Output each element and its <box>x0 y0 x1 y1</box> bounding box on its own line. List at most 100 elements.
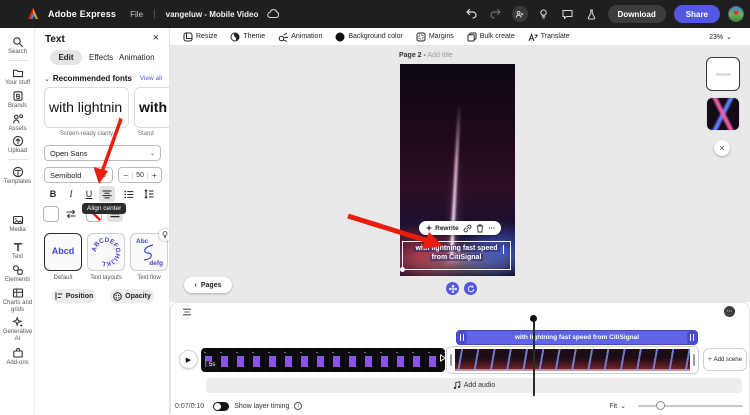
text-track[interactable]: with lightning fast speed from CitiSigna… <box>456 330 698 345</box>
line-spacing-button[interactable] <box>141 186 157 202</box>
undo-icon[interactable] <box>464 6 480 22</box>
video-canvas[interactable]: with lightning fast speed from CitiSigna… <box>400 64 515 276</box>
link-icon[interactable] <box>463 224 472 233</box>
rewrite-button[interactable]: Rewrite <box>425 224 459 232</box>
sidebar-item-brands[interactable]: Brands <box>0 90 35 110</box>
tab-edit[interactable]: Edit <box>50 50 82 65</box>
resize-button[interactable]: Resize <box>183 32 217 42</box>
sidebar-item-your-stuff[interactable]: Your stuff <box>0 67 35 87</box>
translate-button[interactable]: Translate <box>528 32 570 42</box>
style-card-text-layouts[interactable]: ABCDEFGHIJKL <box>87 233 125 271</box>
add-scene-button[interactable]: + Add scene <box>703 348 747 371</box>
bulk-create-button[interactable]: Bulk create <box>467 32 515 42</box>
video-clip-2-selected[interactable] <box>447 347 698 373</box>
sidebar-item-charts-grids[interactable]: Charts and grids <box>0 287 35 314</box>
sidebar-item-upload[interactable]: Upload <box>0 135 35 155</box>
file-menu[interactable]: File <box>130 10 143 19</box>
overlay-text-line1[interactable]: with lightning fast speed <box>403 244 510 253</box>
play-icon: ▶ <box>185 356 192 364</box>
tab-effects[interactable]: Effects <box>89 50 113 65</box>
page-thumbnail-1[interactable] <box>706 57 740 91</box>
page-thumbnail-2[interactable] <box>706 97 740 131</box>
position-button[interactable]: Position <box>52 289 96 303</box>
transition-icon[interactable] <box>439 354 447 362</box>
info-icon[interactable]: i <box>294 402 303 410</box>
pages-button[interactable]: ‹ Pages <box>184 277 232 293</box>
sidebar-item-templates[interactable]: Templates <box>0 166 35 186</box>
clip-left-handle[interactable] <box>448 349 454 371</box>
font-card-2[interactable]: with <box>134 87 169 128</box>
theme-button[interactable]: Theme <box>230 32 265 42</box>
avatar[interactable] <box>728 6 744 22</box>
invite-people-icon[interactable] <box>511 6 528 22</box>
sidebar-item-generative-ai[interactable]: Generative AI <box>0 316 35 343</box>
redo-icon[interactable] <box>488 6 504 22</box>
align-center-button[interactable] <box>99 186 115 202</box>
playhead-line[interactable] <box>533 321 535 396</box>
increase-font-size-button[interactable]: + <box>148 171 161 180</box>
clip-thumbnails[interactable] <box>455 349 690 371</box>
sidebar-item-search[interactable]: Search <box>0 36 35 56</box>
page-label[interactable]: Page 2 - Add title <box>399 52 453 59</box>
show-layer-timing-toggle[interactable] <box>213 401 230 411</box>
sidebar-item-text[interactable]: Text <box>0 241 35 261</box>
page-title-placeholder[interactable]: Add title <box>427 52 452 59</box>
slider-knob[interactable] <box>656 401 665 410</box>
text-color-swatch[interactable] <box>43 206 59 222</box>
font-size-value[interactable]: 50 <box>132 171 148 179</box>
opacity-button[interactable]: Opacity <box>110 289 154 303</box>
sidebar-item-assets[interactable]: Assets <box>0 113 35 133</box>
track-right-handle[interactable] <box>687 331 697 344</box>
adobe-express-logo[interactable] <box>26 7 40 21</box>
tab-animation[interactable]: Animation <box>119 50 155 65</box>
italic-button[interactable]: I <box>63 186 79 202</box>
playhead-handle[interactable] <box>530 315 537 322</box>
margins-button[interactable]: Margins <box>416 32 454 42</box>
clip-right-handle[interactable] <box>691 349 697 371</box>
background-color-button[interactable]: Background color <box>335 32 403 42</box>
text-selection-box[interactable]: with lightning fast speed from CitiSigna… <box>400 241 511 272</box>
comment-icon[interactable] <box>560 6 576 22</box>
style-card-default[interactable]: Abcd <box>44 233 82 271</box>
cloud-sync-icon[interactable] <box>267 9 280 19</box>
sidebar-item-elements[interactable]: Elements <box>0 264 35 284</box>
zoom-control[interactable]: 23% ⌄ <box>709 28 732 46</box>
underline-button[interactable]: U <box>81 186 97 202</box>
more-options-icon[interactable]: ⋯ <box>488 224 495 232</box>
play-button[interactable]: ▶ <box>179 350 198 369</box>
fit-dropdown[interactable]: Fit ⌄ <box>609 402 626 411</box>
style-card-text-flow[interactable]: Abc defg <box>130 229 169 271</box>
download-button[interactable]: Download <box>607 5 666 23</box>
overlay-text-line2[interactable]: from CitiSignal <box>403 253 510 262</box>
sidebar-item-media[interactable]: Media <box>0 214 35 234</box>
view-all-link[interactable]: View all <box>140 75 162 82</box>
beaker-icon[interactable] <box>584 6 600 22</box>
video-clip-1[interactable] <box>201 348 445 372</box>
trash-icon[interactable] <box>476 224 484 233</box>
zoom-level: 23% <box>709 33 724 41</box>
swap-colors-icon[interactable] <box>65 208 77 220</box>
lightbulb-icon[interactable] <box>536 6 552 22</box>
close-icon[interactable]: × <box>153 32 159 44</box>
add-audio-button[interactable]: Add audio <box>206 378 742 393</box>
font-card-1[interactable]: with lightnin ✎ <box>44 87 129 128</box>
document-title[interactable]: vangeluw - Mobile Video <box>166 10 259 19</box>
layers-icon[interactable] <box>182 308 192 316</box>
share-button[interactable]: Share <box>673 5 720 23</box>
selection-handle[interactable] <box>400 267 405 272</box>
font-family-select[interactable]: Open Sans ⌄ <box>44 145 161 161</box>
show-layer-timing-label: Show layer timing <box>234 402 290 410</box>
font-weight-select[interactable]: Semibold ⌄ <box>44 167 113 183</box>
timeline-zoom-slider[interactable] <box>638 401 743 410</box>
bold-button[interactable]: B <box>45 186 61 202</box>
animation-button[interactable]: Animation <box>278 32 322 42</box>
move-button[interactable] <box>446 282 459 295</box>
list-button[interactable] <box>121 186 137 202</box>
decrease-font-size-button[interactable]: − <box>119 171 132 180</box>
sidebar-item-add-ons[interactable]: Add-ons <box>0 347 35 367</box>
track-left-handle[interactable] <box>457 331 467 344</box>
close-icon[interactable]: × <box>714 140 730 156</box>
rotate-button[interactable] <box>464 282 477 295</box>
clip-more-options-icon[interactable]: ⋯ <box>724 306 735 317</box>
top-bar: Adobe Express File | vangeluw - Mobile V… <box>0 0 750 28</box>
